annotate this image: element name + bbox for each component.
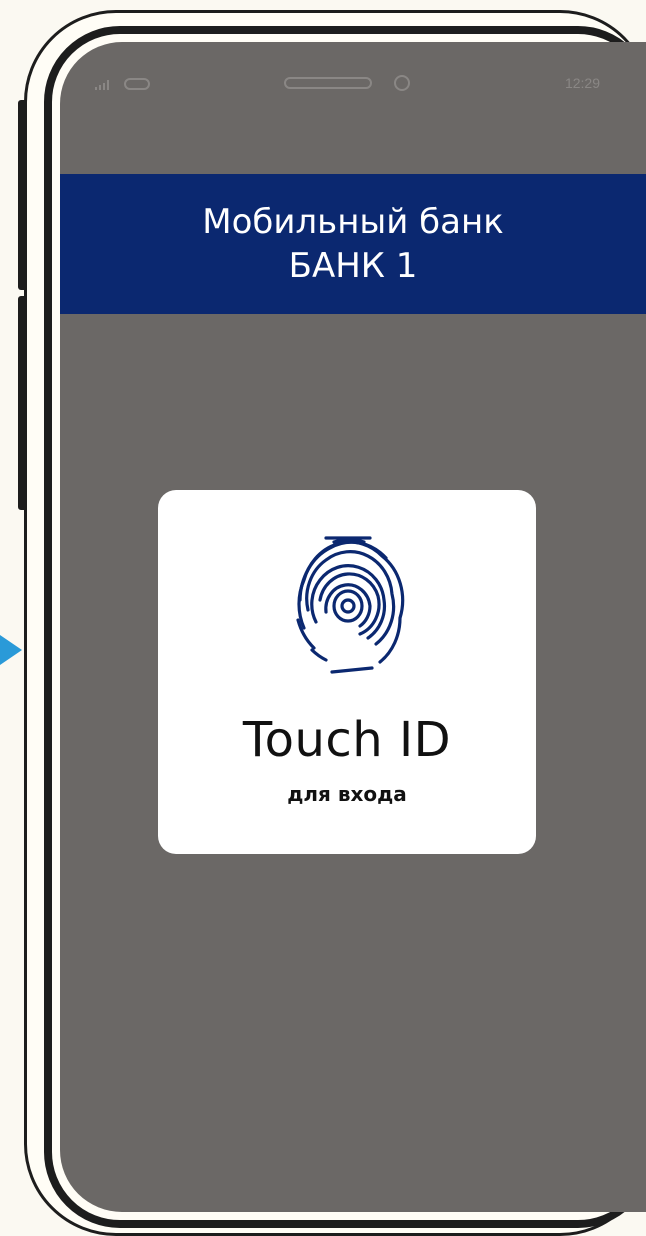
status-bar: 12:29 [60,66,646,92]
touch-id-title: Touch ID [242,712,452,768]
app-header: Мобильный банк БАНК 1 [60,174,646,314]
fingerprint-icon[interactable] [286,530,410,680]
phone-screen: 12:29 Мобильный банк БАНК 1 Touch ID для… [60,42,646,1212]
earpiece-speaker [284,77,372,89]
pointer-arrow-icon [0,635,22,665]
touch-id-card[interactable]: Touch ID для входа [158,490,536,854]
app-title-line1: Мобильный банк [202,202,504,242]
battery-icon [124,78,150,90]
touch-id-subtitle: для входа [287,782,407,806]
front-camera-icon [394,75,410,91]
status-time: 12:29 [564,75,600,91]
phone-bezel: 12:29 Мобильный банк БАНК 1 Touch ID для… [44,26,646,1228]
app-title-line2: БАНК 1 [288,246,418,286]
signal-icon [95,80,109,90]
